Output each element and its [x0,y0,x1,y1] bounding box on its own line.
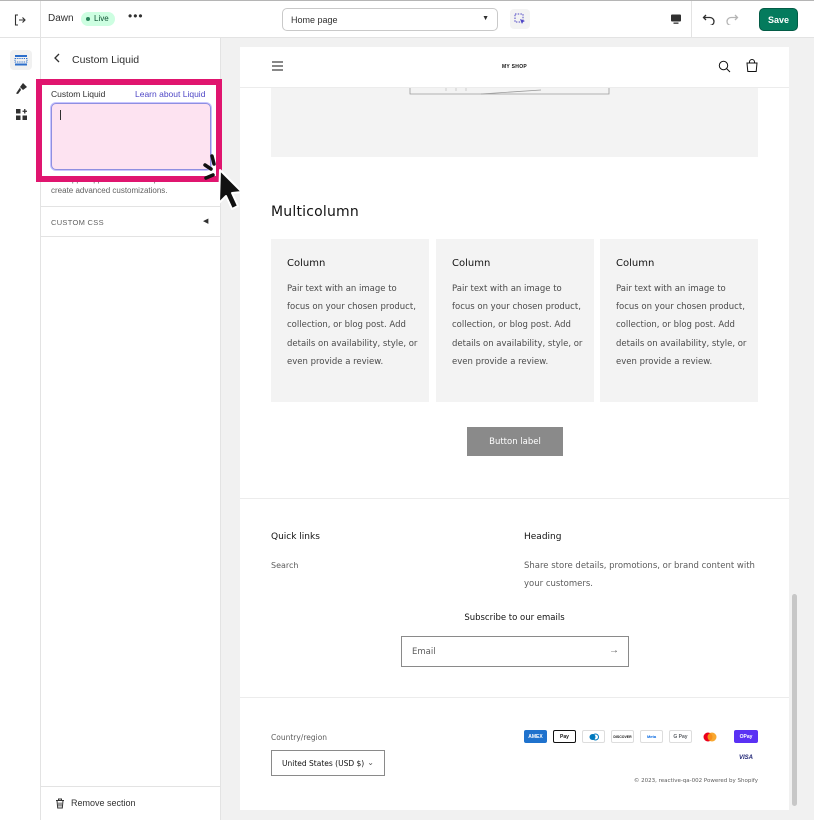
column-card: Column Pair text with an image to focus … [600,239,758,402]
column-title: Column [287,258,326,269]
country-value: United States (USD $) [282,759,365,768]
store-preview: MY SHOP Multicolumn Column Pair text wit… [240,47,789,810]
visa-icon: VISA [734,751,758,764]
multicolumn-button[interactable]: Button label [467,427,563,456]
help-text: Add app snippets or other Liquid code to… [51,175,195,195]
back-button[interactable] [53,53,61,66]
column-card: Column Pair text with an image to focus … [436,239,594,402]
apps-icon [15,108,27,120]
image-banner-placeholder [271,88,758,157]
search-icon[interactable] [718,60,731,73]
topbar-divider [691,1,692,38]
live-badge: Live [81,12,115,26]
sections-icon [14,55,28,66]
rail-theme-settings-button[interactable] [10,78,32,98]
redo-button[interactable] [723,9,741,29]
desktop-icon [671,14,681,24]
rail-apps-button[interactable] [10,104,32,124]
custom-css-toggle[interactable]: CUSTOM CSS [51,218,104,227]
column-card: Column Pair text with an image to focus … [271,239,429,402]
footer-link-search[interactable]: Search [271,561,298,570]
more-actions-button[interactable]: ••• [128,9,144,23]
save-button[interactable]: Save [759,8,798,31]
undo-icon [702,14,715,25]
country-label: Country/region [271,733,328,742]
remove-section-button[interactable]: Remove section [41,786,220,820]
preview-scrollbar[interactable] [792,594,797,806]
select-element-icon [514,13,525,24]
footer-heading: Heading [524,532,562,542]
multicolumn-heading: Multicolumn [271,204,359,220]
arrow-right-icon[interactable]: → [609,645,619,656]
left-rail [0,38,41,820]
redo-icon [726,14,739,25]
page-select-value: Home page [291,15,338,25]
divider [41,206,220,207]
country-select[interactable]: United States (USD $) ⌄ [271,750,385,776]
text-caret [60,110,61,120]
trash-icon [56,798,64,809]
discover-icon: DISCOVER [611,730,634,743]
undo-button[interactable] [700,9,718,29]
placeholder-illustration-icon [409,88,610,95]
custom-liquid-textarea[interactable] [51,103,211,170]
subscribe-heading: Subscribe to our emails [464,613,565,623]
google-pay-icon: G Pay [669,730,692,743]
store-header: MY SHOP [240,47,789,88]
quick-links-heading: Quick links [271,532,320,542]
panel-title: Custom Liquid [72,54,140,66]
chevron-left-icon [54,53,60,63]
remove-section-label: Remove section [71,798,136,808]
settings-sidebar: Custom Liquid Custom Liquid Learn about … [41,38,221,820]
shop-pay-icon: OPay [734,730,758,743]
column-text: Pair text with an image to focus on your… [287,284,418,367]
chevron-down-icon: ▼ [482,15,489,22]
exit-icon [14,13,26,26]
custom-liquid-label: Custom Liquid [51,89,106,99]
column-text: Pair text with an image to focus on your… [452,284,583,367]
exit-button[interactable] [0,1,41,38]
page-select[interactable]: Home page ▼ [282,8,498,31]
store-logo[interactable]: MY SHOP [240,64,789,70]
paintbrush-icon [15,82,27,94]
device-preview-button[interactable] [664,8,688,30]
cart-icon[interactable] [745,59,759,73]
email-placeholder: Email [412,647,436,657]
footer-text: Share store details, promotions, or bran… [524,561,755,589]
copyright-text: © 2023, reactive-qa-002 Powered by Shopi… [633,778,758,784]
inspector-button[interactable] [510,9,530,29]
amex-icon: AMEX [524,730,547,743]
divider [41,236,220,237]
meta-pay-icon: Meta [640,730,663,743]
column-title: Column [452,258,491,269]
chevron-down-icon: ⌄ [367,758,374,767]
mastercard-icon [698,730,721,743]
rail-sections-button[interactable] [10,50,32,70]
editor-topbar: Dawn Live ••• Home page ▼ Save [0,0,814,38]
footer-divider [240,498,789,499]
theme-name: Dawn [48,13,74,24]
column-text: Pair text with an image to focus on your… [616,284,747,367]
diners-club-icon [582,730,605,743]
learn-liquid-link[interactable]: Learn about Liquid [135,89,205,99]
column-title: Column [616,258,655,269]
newsletter-email-input[interactable]: Email → [401,636,629,667]
footer-divider [240,697,789,698]
apple-pay-icon: Pay [553,730,576,743]
